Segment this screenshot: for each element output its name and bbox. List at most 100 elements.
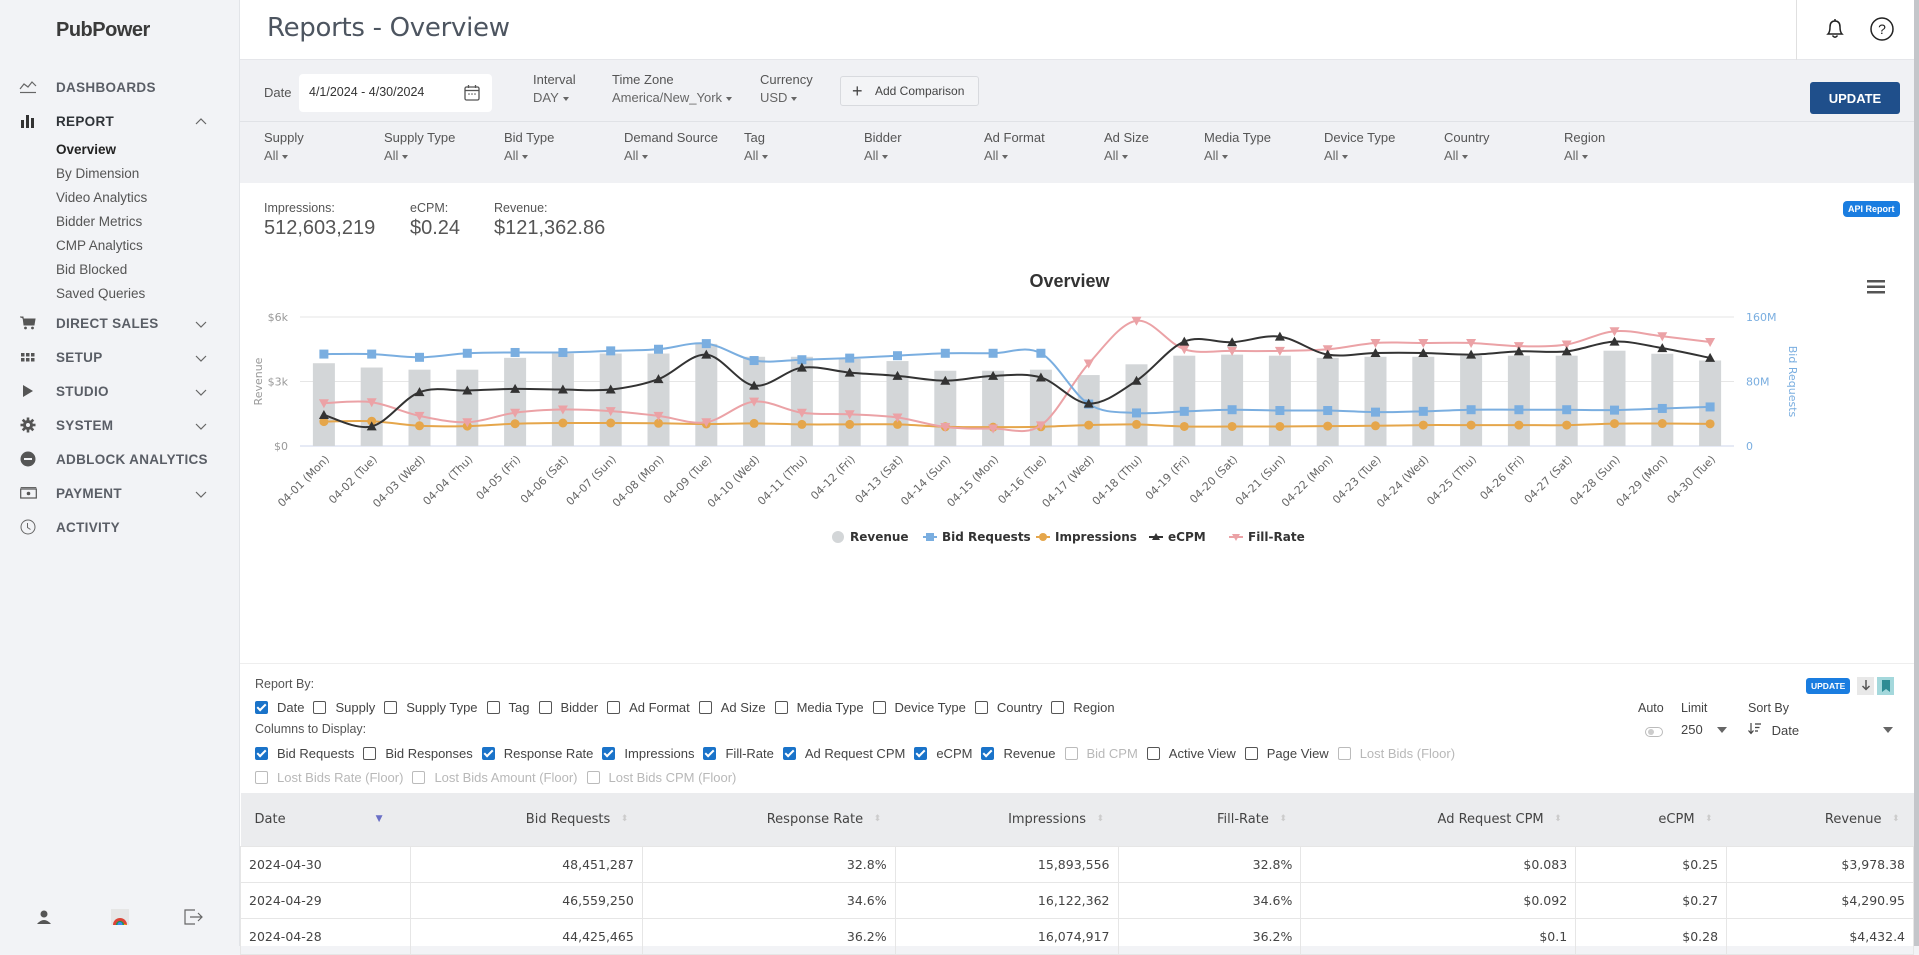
checkbox-box[interactable]	[1146, 747, 1160, 760]
checkbox-response-rate[interactable]: Response Rate	[481, 746, 593, 761]
filter-supply-type[interactable]: Supply Type All	[384, 130, 455, 163]
checkbox-box[interactable]	[486, 701, 500, 714]
filter-country[interactable]: Country All	[1444, 130, 1490, 163]
submenu-video-analytics[interactable]: Video Analytics	[56, 186, 240, 210]
chevron-down-icon[interactable]	[195, 351, 207, 363]
column-header-date[interactable]: Date ▼	[240, 793, 411, 846]
sidebar-item-dashboards[interactable]: DASHBOARDS	[0, 70, 240, 104]
auto-toggle[interactable]	[1645, 727, 1663, 737]
hamburger-menu-icon[interactable]	[1867, 279, 1885, 295]
chevron-down-icon[interactable]	[195, 487, 207, 499]
sidebar-item-activity[interactable]: ACTIVITY	[0, 510, 240, 544]
currency-select[interactable]: Currency USD	[760, 72, 813, 105]
legend-revenue-label[interactable]: Revenue	[850, 530, 909, 544]
checkbox-box[interactable]	[255, 747, 268, 760]
checkbox-ad-request-cpm[interactable]: Ad Request CPM	[782, 746, 905, 761]
limit-select[interactable]: 250	[1681, 722, 1731, 737]
submenu-overview[interactable]: Overview	[56, 138, 240, 162]
sidebar-item-setup[interactable]: SETUP	[0, 340, 240, 374]
checkbox-box[interactable]	[384, 701, 398, 714]
sidebar-item-studio[interactable]: STUDIO	[0, 374, 240, 408]
sort-icon[interactable]: ⬍	[1705, 814, 1713, 824]
checkbox-region[interactable]: Region	[1051, 700, 1115, 715]
checkbox-box[interactable]	[602, 747, 616, 760]
checkbox-box[interactable]	[313, 701, 327, 714]
sidebar-item-adblock-analytics[interactable]: ADBLOCK ANALYTICS	[0, 442, 240, 476]
column-header-ecpm[interactable]: eCPM ⬍	[1575, 793, 1727, 846]
help-icon[interactable]: ?	[1869, 16, 1895, 42]
user-icon[interactable]	[31, 904, 57, 930]
column-header-response-rate[interactable]: Response Rate ⬍	[642, 793, 896, 846]
column-header-revenue[interactable]: Revenue ⬍	[1726, 793, 1914, 846]
table-row[interactable]: 2024-04-30 48,451,287 32.8% 15,893,556 32.8%…	[240, 845, 1914, 883]
checkbox-media-type[interactable]: Media Type	[774, 700, 864, 715]
submenu-cmp-analytics[interactable]: CMP Analytics	[56, 234, 240, 258]
filter-device-type[interactable]: Device Type All	[1324, 130, 1395, 163]
add-comparison-button[interactable]: + Add Comparison	[840, 76, 979, 106]
checkbox-ad-format[interactable]: Ad Format	[607, 700, 690, 715]
column-header-bid-requests[interactable]: Bid Requests ⬍	[410, 793, 643, 846]
checkbox-bidder[interactable]: Bidder	[538, 700, 598, 715]
checkbox-box[interactable]	[607, 701, 621, 714]
checkbox-ad-size[interactable]: Ad Size	[698, 700, 766, 715]
checkbox-box[interactable]	[1051, 701, 1065, 714]
logout-icon[interactable]	[181, 904, 207, 930]
submenu-bid-blocked[interactable]: Bid Blocked	[56, 258, 240, 282]
checkbox-fill-rate[interactable]: Fill-Rate	[703, 746, 774, 761]
filter-supply[interactable]: Supply All	[264, 130, 304, 163]
sort-icon[interactable]: ⬍	[1096, 814, 1104, 824]
chevron-down-icon[interactable]	[195, 419, 207, 431]
sort-icon[interactable]: ⬍	[1554, 814, 1562, 824]
sort-icon[interactable]: ⬍	[873, 814, 882, 824]
checkbox-active-view[interactable]: Active View	[1146, 746, 1236, 761]
checkbox-box[interactable]	[981, 747, 995, 760]
column-header-fill-rate[interactable]: Fill-Rate ⬍	[1118, 793, 1301, 846]
submenu-saved-queries[interactable]: Saved Queries	[56, 282, 240, 306]
sort-desc-icon[interactable]: ▼	[376, 814, 384, 824]
sidebar-item-payment[interactable]: PAYMENT	[0, 476, 240, 510]
submenu-bidder-metrics[interactable]: Bidder Metrics	[56, 210, 240, 234]
checkbox-ecpm[interactable]: eCPM	[914, 746, 972, 761]
checkbox-bid-responses[interactable]: Bid Responses	[363, 746, 473, 761]
checkbox-box[interactable]	[481, 747, 495, 760]
table-update-button[interactable]: UPDATE	[1806, 678, 1851, 694]
sort-icon[interactable]: ⬍	[1892, 814, 1900, 824]
checkbox-box[interactable]	[698, 701, 712, 714]
filter-demand-source[interactable]: Demand Source All	[624, 130, 718, 163]
checkbox-box[interactable]	[914, 747, 928, 760]
column-header-impressions[interactable]: Impressions ⬍	[895, 793, 1118, 846]
checkbox-box[interactable]	[703, 747, 717, 760]
checkbox-tag[interactable]: Tag	[486, 700, 530, 715]
sidebar-item-system[interactable]: SYSTEM	[0, 408, 240, 442]
checkbox-box[interactable]	[872, 701, 886, 714]
chevron-up-icon[interactable]	[195, 115, 207, 127]
filter-ad-size[interactable]: Ad Size All	[1104, 130, 1149, 163]
filter-tag[interactable]: Tag All	[744, 130, 769, 163]
legend-fill-rate-label[interactable]: Fill-Rate	[1248, 530, 1305, 544]
column-header-ad-request-cpm[interactable]: Ad Request CPM ⬍	[1300, 793, 1576, 846]
filter-ad-format[interactable]: Ad Format All	[984, 130, 1045, 163]
bookmark-icon[interactable]	[1877, 677, 1894, 695]
checkbox-page-view[interactable]: Page View	[1244, 746, 1329, 761]
filter-bid-type[interactable]: Bid Type All	[504, 130, 554, 163]
sidebar-item-direct-sales[interactable]: DIRECT SALES	[0, 306, 240, 340]
filter-bidder[interactable]: Bidder All	[864, 130, 902, 163]
download-icon[interactable]	[1857, 677, 1874, 695]
submenu-by-dimension[interactable]: By Dimension	[56, 162, 240, 186]
checkbox-date[interactable]: Date	[255, 700, 304, 715]
update-button[interactable]: UPDATE	[1810, 82, 1900, 114]
checkbox-revenue[interactable]: Revenue	[981, 746, 1056, 761]
sidebar-item-report[interactable]: REPORT	[0, 104, 240, 138]
checkbox-impressions[interactable]: Impressions	[602, 746, 694, 761]
sort-by-select[interactable]: Date	[1748, 722, 1898, 738]
page-scrollbar[interactable]	[1914, 0, 1919, 946]
chevron-down-icon[interactable]	[195, 317, 207, 329]
legend-impressions-label[interactable]: Impressions	[1055, 530, 1137, 544]
sort-icon[interactable]: ⬍	[1279, 814, 1287, 824]
bell-icon[interactable]	[1822, 16, 1848, 42]
interval-select[interactable]: Interval DAY	[533, 72, 576, 105]
sort-icon[interactable]: ⬍	[620, 814, 629, 824]
checkbox-supply-type[interactable]: Supply Type	[384, 700, 478, 715]
checkbox-box[interactable]	[774, 701, 788, 714]
checkbox-box[interactable]	[538, 701, 552, 714]
